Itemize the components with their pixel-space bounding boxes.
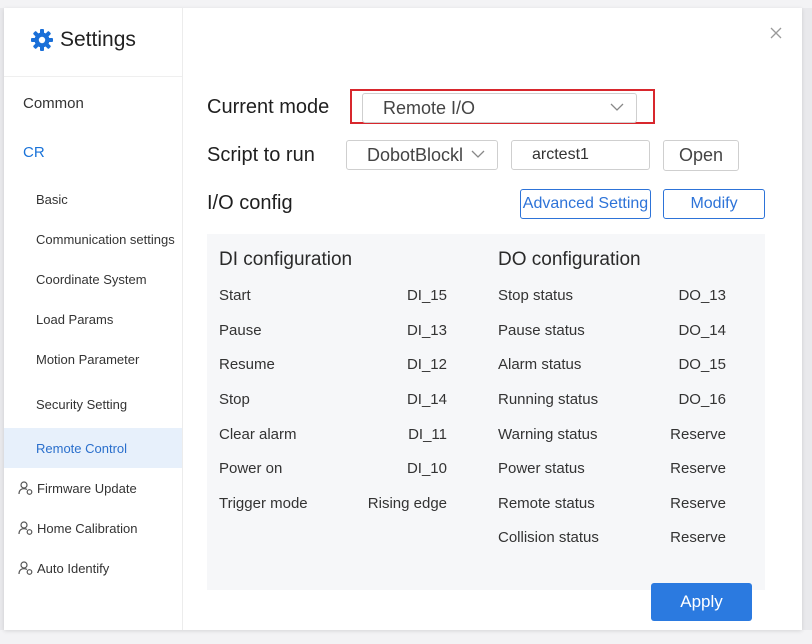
sidebar-item-label: CR bbox=[23, 143, 45, 161]
sidebar-item-label: Remote Control bbox=[36, 440, 128, 456]
di-row-value: DI_15 bbox=[406, 287, 447, 304]
sidebar-item-home-calibration[interactable]: Home Calibration bbox=[4, 508, 182, 548]
io-config-label: I/O config bbox=[207, 192, 293, 214]
io-config-panel: DI configuration DO configuration Start … bbox=[207, 234, 765, 590]
sidebar-item-remote-control[interactable]: Remote Control bbox=[4, 428, 182, 468]
current-mode-label: Current mode bbox=[207, 96, 330, 118]
do-row-name: Collision status bbox=[498, 529, 599, 546]
open-button[interactable]: Open bbox=[663, 140, 739, 171]
advanced-setting-button[interactable]: Advanced Setting bbox=[520, 189, 651, 219]
modify-button[interactable]: Modify bbox=[663, 189, 765, 219]
di-row-name: Pause bbox=[219, 322, 262, 339]
do-row-name: Stop status bbox=[498, 287, 574, 304]
do-row: Remote status Reserve bbox=[498, 495, 726, 515]
user-gear-icon bbox=[18, 521, 33, 535]
chevron-down-icon bbox=[610, 103, 624, 111]
dialog-brand: Settings bbox=[30, 25, 136, 55]
do-row-value: DO_16 bbox=[678, 391, 726, 408]
di-row-name: Stop bbox=[219, 391, 250, 408]
sidebar-item-load-params[interactable]: Load Params bbox=[4, 299, 182, 339]
di-row-name: Clear alarm bbox=[219, 426, 297, 443]
do-row-value: Reserve bbox=[670, 529, 726, 546]
di-row-name: Power on bbox=[219, 460, 283, 477]
do-row-value: Reserve bbox=[670, 426, 726, 443]
sidebar-item-label: Firmware Update bbox=[37, 480, 137, 496]
di-row-value: DI_10 bbox=[406, 460, 447, 477]
sidebar-item-label: Basic bbox=[36, 191, 68, 207]
di-row-value: DI_13 bbox=[406, 322, 447, 339]
sidebar-item-motion-parameter[interactable]: Motion Parameter bbox=[4, 339, 182, 379]
do-configuration-title: DO configuration bbox=[498, 249, 641, 270]
background-app-strip bbox=[0, 0, 812, 8]
sidebar-item-label: Communication settings bbox=[36, 231, 175, 247]
do-row-value: Reserve bbox=[670, 495, 726, 512]
current-mode-select[interactable]: Remote I/O bbox=[362, 93, 637, 123]
sidebar-item-cr[interactable]: CR bbox=[4, 132, 182, 172]
do-row: Power status Reserve bbox=[498, 460, 726, 480]
sidebar-item-coordinate-system[interactable]: Coordinate System bbox=[4, 259, 182, 299]
di-configuration-title: DI configuration bbox=[219, 249, 353, 270]
settings-dialog: Settings Common CR Basic Communication s… bbox=[4, 8, 802, 630]
chevron-down-icon bbox=[471, 150, 485, 158]
sidebar-item-label: Motion Parameter bbox=[36, 351, 140, 367]
do-row: Collision status Reserve bbox=[498, 529, 726, 549]
script-type-select[interactable]: DobotBlockly bbox=[346, 140, 498, 170]
di-row: Resume DI_12 bbox=[219, 356, 447, 376]
sidebar-item-label: Security Setting bbox=[36, 396, 128, 412]
di-row: Stop DI_14 bbox=[219, 391, 447, 411]
sidebar-item-security-setting[interactable]: Security Setting bbox=[4, 384, 182, 424]
sidebar-item-label: Home Calibration bbox=[37, 520, 138, 536]
background-app-strip-bottom bbox=[0, 630, 812, 644]
di-row-name: Resume bbox=[219, 356, 275, 373]
do-row-name: Running status bbox=[498, 391, 599, 408]
do-row: Warning status Reserve bbox=[498, 426, 726, 446]
remote-control-panel: Current mode Remote I/O Script to run Do… bbox=[182, 8, 802, 630]
current-mode-value: Remote I/O bbox=[383, 97, 476, 118]
script-type-value: DobotBlockly bbox=[367, 144, 463, 165]
dialog-title: Settings bbox=[60, 28, 136, 51]
di-row-value: DI_11 bbox=[408, 426, 447, 443]
di-row-value: DI_14 bbox=[406, 391, 447, 408]
do-row-name: Alarm status bbox=[498, 356, 582, 373]
do-row-name: Power status bbox=[498, 460, 585, 477]
do-row: Stop status DO_13 bbox=[498, 287, 726, 307]
sidebar-item-label: Coordinate System bbox=[36, 271, 147, 287]
di-row-name: Trigger mode bbox=[219, 495, 308, 512]
di-row-name: Start bbox=[219, 287, 251, 304]
di-row-value: DI_12 bbox=[406, 356, 447, 373]
do-row-value: Reserve bbox=[670, 460, 726, 477]
do-row: Running status DO_16 bbox=[498, 391, 726, 411]
settings-sidebar: Settings Common CR Basic Communication s… bbox=[4, 8, 183, 630]
do-row-value: DO_15 bbox=[678, 356, 726, 373]
do-row-name: Pause status bbox=[498, 322, 585, 339]
sidebar-item-common[interactable]: Common bbox=[4, 83, 182, 123]
di-row: Trigger mode Rising edge bbox=[219, 495, 447, 515]
di-row: Clear alarm DI_11 bbox=[219, 426, 447, 446]
script-name-field[interactable]: arctest1 bbox=[511, 140, 650, 170]
di-row: Pause DI_13 bbox=[219, 322, 447, 342]
sidebar-item-label: Auto Identify bbox=[37, 560, 110, 576]
di-row: Power on DI_10 bbox=[219, 460, 447, 480]
sidebar-item-basic[interactable]: Basic bbox=[4, 179, 182, 219]
di-row-value: Rising edge bbox=[367, 495, 447, 512]
sidebar-item-label: Common bbox=[23, 94, 84, 112]
do-row: Pause status DO_14 bbox=[498, 322, 726, 342]
do-row-value: DO_13 bbox=[678, 287, 726, 304]
sidebar-item-firmware-update[interactable]: Firmware Update bbox=[4, 468, 182, 508]
di-row: Start DI_15 bbox=[219, 287, 447, 307]
user-gear-icon bbox=[18, 561, 33, 575]
apply-button[interactable]: Apply bbox=[651, 583, 752, 621]
sidebar-item-auto-identify[interactable]: Auto Identify bbox=[4, 548, 182, 588]
sidebar-item-communication-settings[interactable]: Communication settings bbox=[4, 219, 182, 259]
do-row-name: Remote status bbox=[498, 495, 595, 512]
do-row: Alarm status DO_15 bbox=[498, 356, 726, 376]
do-row-value: DO_14 bbox=[678, 322, 726, 339]
do-row-name: Warning status bbox=[498, 426, 598, 443]
user-gear-icon bbox=[18, 481, 33, 495]
sidebar-divider bbox=[4, 76, 182, 77]
gear-icon bbox=[31, 29, 53, 51]
sidebar-item-label: Load Params bbox=[36, 311, 114, 327]
script-to-run-label: Script to run bbox=[207, 144, 315, 166]
